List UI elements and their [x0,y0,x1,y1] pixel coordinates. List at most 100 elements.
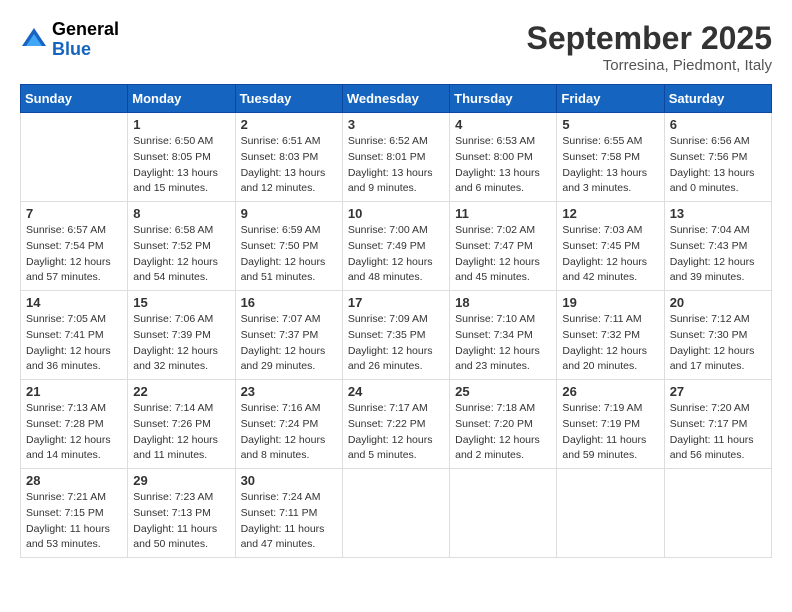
logo: General Blue [20,20,119,60]
day-number: 15 [133,295,229,310]
day-info: Sunrise: 7:09 AMSunset: 7:35 PMDaylight:… [348,312,444,375]
day-cell: 5 Sunrise: 6:55 AMSunset: 7:58 PMDaylight… [557,113,664,202]
day-info: Sunrise: 7:07 AMSunset: 7:37 PMDaylight:… [241,312,337,375]
day-cell: 13 Sunrise: 7:04 AMSunset: 7:43 PMDayligh… [664,202,771,291]
day-cell [450,469,557,558]
day-number: 22 [133,384,229,399]
calendar-table: SundayMondayTuesdayWednesdayThursdayFrid… [20,84,772,558]
day-number: 19 [562,295,658,310]
week-row-2: 7 Sunrise: 6:57 AMSunset: 7:54 PMDaylight… [21,202,772,291]
day-cell: 25 Sunrise: 7:18 AMSunset: 7:20 PMDayligh… [450,380,557,469]
day-cell: 21Sunrise: 7:13 AMSunset: 7:28 PMDayligh… [21,380,128,469]
day-cell [21,113,128,202]
day-info: Sunrise: 6:52 AMSunset: 8:01 PMDaylight:… [348,134,444,197]
day-number: 14 [26,295,122,310]
title-block: September 2025 Torresina, Piedmont, Ital… [527,20,772,74]
page-header: General Blue September 2025 Torresina, P… [20,20,772,74]
day-info: Sunrise: 6:53 AMSunset: 8:00 PMDaylight:… [455,134,551,197]
day-cell: 28 Sunrise: 7:21 AMSunset: 7:15 PMDayligh… [21,469,128,558]
day-info: Sunrise: 7:10 AMSunset: 7:34 PMDaylight:… [455,312,551,375]
day-number: 25 [455,384,551,399]
day-info: Sunrise: 7:21 AMSunset: 7:15 PMDaylight:… [26,490,122,553]
logo-text: General Blue [52,20,119,60]
calendar-header: SundayMondayTuesdayWednesdayThursdayFrid… [21,85,772,113]
day-number: 18 [455,295,551,310]
day-info: Sunrise: 6:50 AMSunset: 8:05 PMDaylight:… [133,134,229,197]
day-cell: 1 Sunrise: 6:50 AMSunset: 8:05 PMDaylight… [128,113,235,202]
day-number: 23 [241,384,337,399]
logo-icon [20,26,48,54]
day-cell [664,469,771,558]
day-info: Sunrise: 7:04 AMSunset: 7:43 PMDaylight:… [670,223,766,286]
day-number: 8 [133,206,229,221]
day-number: 13 [670,206,766,221]
day-number: 10 [348,206,444,221]
week-row-3: 14Sunrise: 7:05 AMSunset: 7:41 PMDayligh… [21,291,772,380]
day-number: 2 [241,117,337,132]
week-row-1: 1 Sunrise: 6:50 AMSunset: 8:05 PMDaylight… [21,113,772,202]
calendar-body: 1 Sunrise: 6:50 AMSunset: 8:05 PMDaylight… [21,113,772,558]
day-number: 28 [26,473,122,488]
day-cell: 7 Sunrise: 6:57 AMSunset: 7:54 PMDaylight… [21,202,128,291]
day-info: Sunrise: 7:12 AMSunset: 7:30 PMDaylight:… [670,312,766,375]
header-cell-saturday: Saturday [664,85,771,113]
day-cell: 14Sunrise: 7:05 AMSunset: 7:41 PMDayligh… [21,291,128,380]
day-cell: 10Sunrise: 7:00 AMSunset: 7:49 PMDayligh… [342,202,449,291]
day-cell: 19 Sunrise: 7:11 AMSunset: 7:32 PMDayligh… [557,291,664,380]
location: Torresina, Piedmont, Italy [527,57,772,74]
day-number: 11 [455,206,551,221]
day-number: 17 [348,295,444,310]
day-cell: 29 Sunrise: 7:23 AMSunset: 7:13 PMDayligh… [128,469,235,558]
day-cell: 16Sunrise: 7:07 AMSunset: 7:37 PMDayligh… [235,291,342,380]
day-number: 1 [133,117,229,132]
day-info: Sunrise: 7:18 AMSunset: 7:20 PMDaylight:… [455,401,551,464]
day-info: Sunrise: 7:23 AMSunset: 7:13 PMDaylight:… [133,490,229,553]
day-info: Sunrise: 7:03 AMSunset: 7:45 PMDaylight:… [562,223,658,286]
day-info: Sunrise: 6:57 AMSunset: 7:54 PMDaylight:… [26,223,122,286]
day-cell: 9Sunrise: 6:59 AMSunset: 7:50 PMDaylight… [235,202,342,291]
header-cell-tuesday: Tuesday [235,85,342,113]
day-cell: 20 Sunrise: 7:12 AMSunset: 7:30 PMDayligh… [664,291,771,380]
day-cell: 18 Sunrise: 7:10 AMSunset: 7:34 PMDayligh… [450,291,557,380]
day-info: Sunrise: 6:58 AMSunset: 7:52 PMDaylight:… [133,223,229,286]
day-cell: 2 Sunrise: 6:51 AMSunset: 8:03 PMDaylight… [235,113,342,202]
day-info: Sunrise: 7:11 AMSunset: 7:32 PMDaylight:… [562,312,658,375]
day-cell: 8 Sunrise: 6:58 AMSunset: 7:52 PMDaylight… [128,202,235,291]
day-info: Sunrise: 7:14 AMSunset: 7:26 PMDaylight:… [133,401,229,464]
day-number: 7 [26,206,122,221]
day-info: Sunrise: 7:06 AMSunset: 7:39 PMDaylight:… [133,312,229,375]
day-cell: 17 Sunrise: 7:09 AMSunset: 7:35 PMDayligh… [342,291,449,380]
day-info: Sunrise: 6:55 AMSunset: 7:58 PMDaylight:… [562,134,658,197]
day-info: Sunrise: 6:56 AMSunset: 7:56 PMDaylight:… [670,134,766,197]
week-row-4: 21Sunrise: 7:13 AMSunset: 7:28 PMDayligh… [21,380,772,469]
day-cell: 15 Sunrise: 7:06 AMSunset: 7:39 PMDayligh… [128,291,235,380]
day-cell: 23Sunrise: 7:16 AMSunset: 7:24 PMDayligh… [235,380,342,469]
day-cell: 27 Sunrise: 7:20 AMSunset: 7:17 PMDayligh… [664,380,771,469]
day-number: 30 [241,473,337,488]
logo-general: General [52,20,119,40]
day-cell: 6Sunrise: 6:56 AMSunset: 7:56 PMDaylight… [664,113,771,202]
day-info: Sunrise: 7:20 AMSunset: 7:17 PMDaylight:… [670,401,766,464]
day-number: 20 [670,295,766,310]
day-number: 9 [241,206,337,221]
header-cell-sunday: Sunday [21,85,128,113]
header-cell-wednesday: Wednesday [342,85,449,113]
day-number: 27 [670,384,766,399]
header-cell-thursday: Thursday [450,85,557,113]
day-cell [557,469,664,558]
day-cell: 22 Sunrise: 7:14 AMSunset: 7:26 PMDayligh… [128,380,235,469]
day-info: Sunrise: 7:19 AMSunset: 7:19 PMDaylight:… [562,401,658,464]
day-info: Sunrise: 7:02 AMSunset: 7:47 PMDaylight:… [455,223,551,286]
day-number: 3 [348,117,444,132]
header-row: SundayMondayTuesdayWednesdayThursdayFrid… [21,85,772,113]
day-cell: 4Sunrise: 6:53 AMSunset: 8:00 PMDaylight… [450,113,557,202]
day-info: Sunrise: 6:51 AMSunset: 8:03 PMDaylight:… [241,134,337,197]
header-cell-friday: Friday [557,85,664,113]
logo-blue: Blue [52,40,119,60]
day-cell: 3 Sunrise: 6:52 AMSunset: 8:01 PMDaylight… [342,113,449,202]
day-cell: 11 Sunrise: 7:02 AMSunset: 7:47 PMDayligh… [450,202,557,291]
day-number: 29 [133,473,229,488]
month-title: September 2025 [527,20,772,57]
day-info: Sunrise: 7:17 AMSunset: 7:22 PMDaylight:… [348,401,444,464]
day-number: 5 [562,117,658,132]
